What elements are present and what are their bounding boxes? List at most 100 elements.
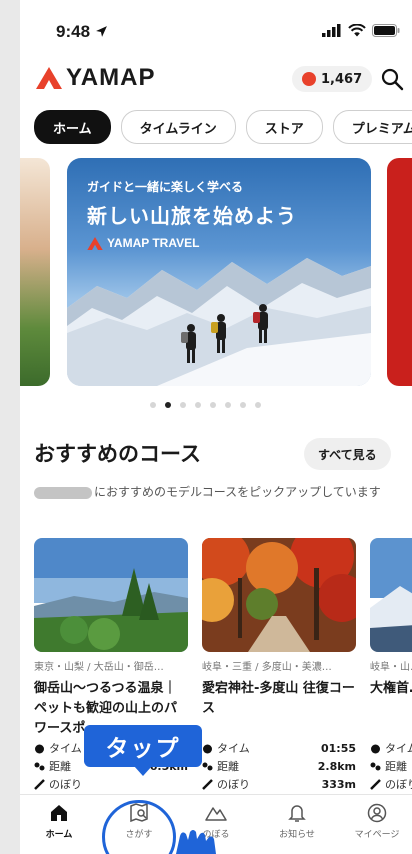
course-location: 東京・山梨 / 大岳山・御岳… — [34, 662, 164, 673]
stat-value: 01:55 — [320, 741, 356, 755]
category-tabs: ホーム タイムライン ストア プレミアム — [34, 110, 412, 144]
stat-label: のぼり — [385, 778, 412, 791]
course-image — [202, 538, 356, 652]
pointing-hand-icon — [176, 830, 216, 854]
carousel-indicator — [150, 402, 261, 408]
course-location: 岐阜・三重 / 多度山・美濃… — [202, 662, 332, 673]
stat-label: 距離 — [385, 760, 407, 773]
tab-store[interactable]: ストア — [245, 110, 323, 144]
user-icon — [367, 803, 387, 823]
tab-timeline[interactable]: タイムライン — [120, 110, 236, 144]
tab-label: ストア — [264, 121, 304, 137]
footsteps-icon — [202, 762, 213, 770]
section-description-text: におすすめのモデルコースをピックアップしています — [94, 485, 381, 499]
banner-peek-right[interactable] — [387, 158, 412, 386]
stat-label: のぼり — [49, 778, 82, 791]
footsteps-icon — [370, 762, 381, 770]
course-image — [34, 538, 188, 652]
climb-icon — [370, 778, 381, 790]
climb-icon — [34, 778, 45, 790]
points-icon — [302, 72, 316, 86]
course-stat-distance: 距離 2.8km — [202, 757, 356, 775]
tap-callout: タップ — [84, 725, 202, 767]
logo-text: YAMAP — [66, 64, 156, 91]
mountain-icon — [205, 807, 227, 821]
banner-carousel[interactable]: ガイドと一緒に楽しく学べる 新しい山旅を始めよう YAMAP TRAVEL — [20, 158, 412, 390]
app-header: YAMAP 1,467 — [20, 62, 412, 98]
nav-item-home[interactable]: ホーム — [24, 803, 94, 840]
stat-label: タイム — [385, 742, 412, 755]
tap-callout-tail — [134, 766, 152, 776]
nav-item-mypage[interactable]: マイページ — [342, 803, 412, 840]
nav-label: お知らせ — [279, 830, 315, 840]
course-stat-time: タイム 01:55 — [202, 739, 356, 757]
location-arrow-icon — [95, 26, 107, 37]
course-location: 岐阜・山… — [370, 662, 412, 673]
battery-icon — [372, 24, 400, 37]
course-stat-distance: 距離 — [370, 757, 412, 775]
carousel-dot[interactable] — [180, 402, 186, 408]
stopwatch-icon — [203, 744, 212, 753]
banner-yamap-travel[interactable]: ガイドと一緒に楽しく学べる 新しい山旅を始めよう YAMAP TRAVEL — [67, 158, 371, 386]
blurred-username — [34, 486, 92, 499]
carousel-dot[interactable] — [165, 402, 171, 408]
stopwatch-icon — [35, 744, 44, 753]
carousel-dot[interactable] — [240, 402, 246, 408]
tab-label: プレミアム — [351, 121, 412, 137]
yamap-logo[interactable]: YAMAP — [36, 64, 155, 92]
section-description: におすすめのモデルコースをピックアップしています — [34, 482, 406, 502]
status-icons — [322, 24, 400, 37]
stat-value: 333m — [321, 777, 356, 791]
banner-title: 新しい山旅を始めよう — [87, 204, 297, 228]
nav-label: マイページ — [354, 830, 400, 840]
carousel-dot[interactable] — [255, 402, 261, 408]
course-stat-ascent: のぼり — [34, 775, 188, 793]
course-card[interactable]: 岐阜・三重 / 多度山・美濃… 愛宕神社-多度山 往復コース タイム 01:55 … — [202, 538, 356, 793]
see-all-button[interactable]: すべて見る — [304, 438, 391, 470]
banner-brand-text: YAMAP TRAVEL — [107, 236, 200, 250]
tab-label: ホーム — [53, 121, 92, 137]
stat-label: タイム — [217, 742, 250, 755]
stopwatch-icon — [371, 744, 380, 753]
course-stat-time: タイム — [370, 739, 412, 757]
stat-label: タイム — [49, 742, 82, 755]
app-screen: 9:48 YAMAP 1,467 ホーム タイムライン ストア プレミアム ガイ… — [20, 0, 412, 854]
nav-label: ホーム — [45, 830, 73, 840]
carousel-dot[interactable] — [225, 402, 231, 408]
banner-subtitle: ガイドと一緒に楽しく学べる — [87, 180, 244, 194]
status-time: 9:48 — [56, 22, 108, 42]
course-title: 愛宕神社-多度山 往復コース — [202, 681, 355, 716]
nav-item-notifications[interactable]: お知らせ — [262, 803, 332, 840]
course-image — [370, 538, 412, 652]
course-stat-ascent: のぼり — [370, 775, 412, 793]
carousel-dot[interactable] — [150, 402, 156, 408]
status-time-text: 9:48 — [56, 22, 91, 41]
banner-peek-left[interactable] — [20, 158, 50, 386]
wifi-icon — [348, 24, 366, 37]
home-icon — [51, 805, 67, 821]
tab-label: タイムライン — [139, 121, 217, 137]
points-value: 1,467 — [321, 71, 363, 87]
status-bar: 9:48 — [20, 0, 412, 62]
signal-icon — [322, 24, 341, 37]
section-title: おすすめのコース — [34, 442, 201, 466]
footsteps-icon — [34, 762, 45, 770]
points-badge[interactable]: 1,467 — [292, 66, 373, 92]
bell-icon — [288, 805, 306, 822]
climb-icon — [202, 778, 213, 790]
tab-home[interactable]: ホーム — [34, 110, 111, 144]
search-icon[interactable] — [380, 67, 404, 91]
course-stat-ascent: のぼり 333m — [202, 775, 356, 793]
carousel-dot[interactable] — [210, 402, 216, 408]
yamap-mark-icon — [36, 67, 62, 89]
banner-brand: YAMAP TRAVEL — [87, 236, 199, 250]
course-card[interactable]: 岐阜・山… 大権首…ース タイム 距離 のぼり — [370, 538, 412, 793]
course-title: 大権首…ース — [370, 681, 412, 696]
stat-label: 距離 — [217, 760, 239, 773]
yamap-mark-icon — [87, 236, 103, 250]
stat-value: 2.8km — [317, 759, 356, 773]
stat-label: のぼり — [217, 778, 250, 791]
tab-premium[interactable]: プレミアム — [332, 110, 412, 144]
stat-label: 距離 — [49, 760, 71, 773]
carousel-dot[interactable] — [195, 402, 201, 408]
